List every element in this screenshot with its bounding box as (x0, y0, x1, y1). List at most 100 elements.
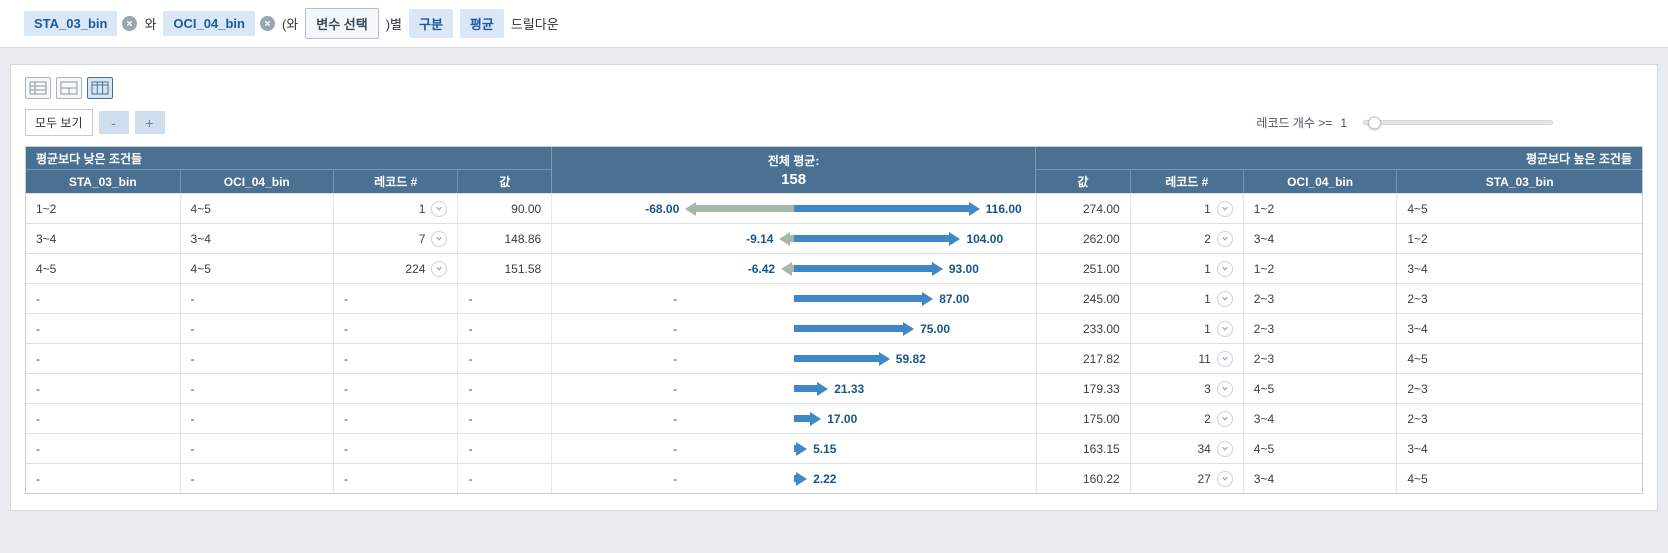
cell-value: 7 (418, 231, 426, 246)
cell-value: - (36, 381, 40, 396)
drilldown-panel: 모두 보기 - + 레코드 개수 >= 1 평균보다 낮은 조건들 STA_03… (10, 64, 1658, 511)
below-average-bar-area: - (552, 322, 794, 336)
cell-value: - (190, 381, 195, 396)
right-record-count-cell: 1 (1129, 314, 1243, 343)
variable-chip-2[interactable]: OCI_04_bin (163, 11, 255, 36)
cell-value: - (190, 321, 195, 336)
table-view-icon[interactable] (25, 77, 51, 99)
left-sta-cell: - (26, 374, 180, 403)
cell-value: 4~5 (36, 261, 57, 276)
zoom-out-button[interactable]: - (98, 111, 129, 134)
left-record-count-cell: - (333, 464, 457, 493)
cell-value: - (190, 441, 195, 456)
table-row: 3~4 3~4 7 148.86 -9.14 104.00 262.00 2 3… (26, 223, 1642, 253)
row-expand-menu-icon[interactable] (1216, 380, 1233, 397)
cell-value: - (344, 321, 349, 336)
right-record-count-cell: 1 (1129, 284, 1243, 313)
deviation-bar-cell: - 59.82 (551, 344, 1036, 373)
left-record-count-cell: - (333, 314, 457, 343)
remove-variable-1-icon[interactable] (122, 16, 138, 31)
right-sta-cell: 3~4 (1396, 434, 1642, 463)
record-filter-slider-track[interactable] (1363, 116, 1553, 129)
above-average-bar-area: 21.33 (794, 381, 1036, 396)
row-expand-menu-icon[interactable] (1216, 350, 1233, 367)
cell-value: 1~2 (1253, 201, 1275, 216)
cell-value: 4~5 (190, 201, 211, 216)
right-value-cell: 274.00 (1035, 194, 1130, 223)
above-average-bar-area: 116.00 (794, 201, 1036, 216)
row-expand-menu-icon[interactable] (1216, 470, 1233, 487)
drilldown-mode-label: 드릴다운 (510, 17, 559, 32)
row-expand-menu-icon[interactable] (431, 260, 448, 277)
split-button[interactable]: 구분 (409, 9, 453, 38)
cell-value: 3~4 (1253, 411, 1275, 426)
left-record-count-cell: 224 (333, 254, 457, 283)
overall-average-title: 전체 평균: (767, 154, 820, 168)
left-oci-cell: - (179, 284, 334, 313)
record-filter-value: 1 (1340, 115, 1347, 130)
col-header-left-sta: STA_03_bin (68, 174, 137, 189)
below-average-bar-area: - (552, 352, 794, 366)
positive-bar (794, 381, 829, 396)
close-paren-text: )별 (385, 17, 402, 32)
right-oci-cell: 2~3 (1242, 344, 1397, 373)
cell-value: - (36, 441, 40, 456)
cell-value: 175.00 (1082, 411, 1120, 426)
positive-bar (794, 201, 980, 216)
remove-variable-2-icon[interactable] (259, 16, 275, 31)
column-view-icon[interactable] (87, 77, 113, 99)
variable-select-label: 변수 선택 (316, 17, 368, 32)
zoom-in-button[interactable]: + (134, 111, 165, 134)
row-expand-menu-icon[interactable] (1216, 200, 1233, 217)
col-header-left-oci: OCI_04_bin (179, 170, 334, 193)
positive-bar (794, 231, 961, 246)
row-expand-menu-icon[interactable] (1216, 440, 1233, 457)
view-all-button[interactable]: 모두 보기 (25, 109, 93, 136)
below-average-header-section: 평균보다 낮은 조건들 STA_03_bin OCI_04_bin 레코드 # … (26, 147, 552, 193)
split-view-icon[interactable] (56, 77, 82, 99)
variable-select-button[interactable]: 변수 선택 (305, 8, 379, 39)
left-sta-cell: - (26, 344, 180, 373)
row-expand-menu-icon[interactable] (1216, 230, 1233, 247)
row-expand-menu-icon[interactable] (1216, 320, 1233, 337)
right-record-count-cell: 3 (1129, 374, 1243, 403)
cell-value: - (344, 411, 349, 426)
right-value-cell: 262.00 (1035, 224, 1130, 253)
left-value-cell: 90.00 (457, 194, 551, 223)
right-record-count-cell: 2 (1129, 224, 1243, 253)
above-average-bar-area: 5.15 (794, 441, 1036, 456)
row-expand-menu-icon[interactable] (1216, 260, 1233, 277)
right-sta-cell: 4~5 (1396, 464, 1642, 493)
aggregate-mean-button[interactable]: 평균 (459, 9, 504, 38)
record-filter-slider-handle[interactable] (1368, 116, 1381, 129)
row-expand-menu-icon[interactable] (431, 200, 448, 217)
cell-value: - (190, 411, 195, 426)
row-expand-menu-icon[interactable] (431, 230, 448, 247)
row-expand-menu-icon[interactable] (1216, 290, 1233, 307)
cell-value: 4~5 (1407, 351, 1428, 366)
right-sta-cell: 2~3 (1396, 374, 1642, 403)
above-average-bar-area: 17.00 (794, 411, 1036, 426)
split-button-label: 구분 (419, 17, 443, 32)
right-record-count-cell: 34 (1129, 434, 1243, 463)
cell-value: 2 (1204, 231, 1211, 246)
row-expand-menu-icon[interactable] (1216, 410, 1233, 427)
cell-value: - (468, 381, 473, 396)
right-value-cell: 233.00 (1035, 314, 1130, 343)
right-oci-cell: 4~5 (1242, 374, 1397, 403)
empty-bar-dash: - (673, 351, 678, 366)
cell-value: 1~2 (1253, 261, 1275, 276)
table-row: - - - - - 75.00 233.00 1 2~3 3~4 (26, 313, 1642, 343)
variable-chip-1[interactable]: STA_03_bin (24, 11, 118, 36)
right-sta-cell: 4~5 (1396, 344, 1642, 373)
above-average-delta-label: 87.00 (939, 291, 970, 306)
above-average-group-title: 평균보다 높은 조건들 (1525, 151, 1632, 166)
left-sta-cell: - (26, 434, 180, 463)
overall-average-header: 전체 평균: 158 (551, 147, 1036, 193)
cell-value: 224 (405, 261, 426, 276)
col-header-right-sta: STA_03_bin (1396, 170, 1642, 193)
cell-value: - (344, 291, 349, 306)
deviation-bar-cell: - 5.15 (551, 434, 1036, 463)
cell-value: - (344, 381, 349, 396)
cell-value: 3~4 (1407, 321, 1428, 336)
